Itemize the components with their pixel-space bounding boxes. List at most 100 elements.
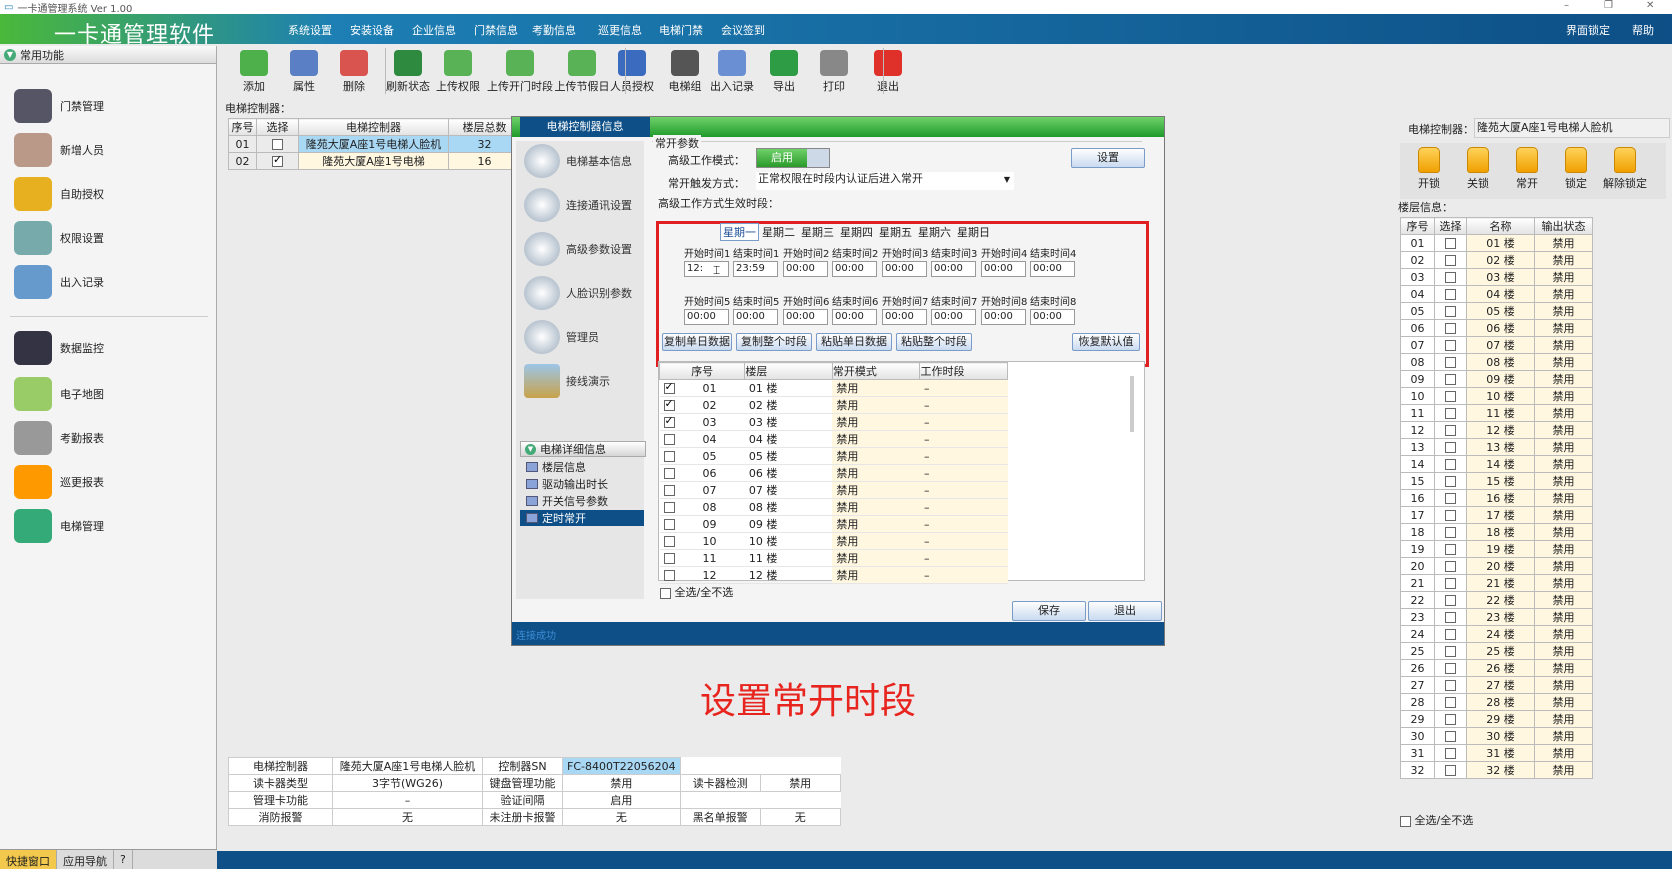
checkbox[interactable] <box>1445 238 1456 249</box>
checkbox[interactable] <box>663 380 675 394</box>
row-select[interactable] <box>1434 761 1467 779</box>
start-time-input[interactable]: 00:00 <box>981 309 1026 325</box>
row-select[interactable] <box>1434 744 1467 762</box>
nav-item-patrol[interactable]: 巡更报表 <box>14 462 104 502</box>
always-open-button[interactable]: 常开 <box>1504 147 1550 191</box>
row-select[interactable] <box>1434 370 1467 388</box>
row-select[interactable] <box>1434 336 1467 354</box>
lock-button[interactable]: 关锁 <box>1455 147 1501 191</box>
start-time-input[interactable]: 00:00 <box>783 309 828 325</box>
end-time-input[interactable]: 23:59 <box>733 261 778 277</box>
checkbox[interactable] <box>663 519 675 530</box>
add-button[interactable]: 添加 <box>228 46 280 96</box>
end-time-input[interactable]: 00:00 <box>931 309 976 325</box>
start-time-input[interactable]: 00:00 <box>882 261 927 277</box>
checkbox[interactable] <box>1445 374 1456 385</box>
help-icon[interactable]: ? <box>114 850 133 869</box>
table-row[interactable]: 12 12 楼禁用 <box>1400 421 1593 439</box>
checkbox[interactable] <box>1445 680 1456 691</box>
nav-item-elevator[interactable]: 电梯管理 <box>14 506 104 546</box>
side-item-advanced-params[interactable]: 高级参数设置 <box>524 231 632 267</box>
table-row[interactable]: 01 隆苑大厦A座1号电梯人脸机 32 <box>228 135 521 153</box>
paste-day-button[interactable]: 粘贴单日数据 <box>816 333 892 351</box>
table-row[interactable]: 10 10 楼禁用 <box>1400 387 1593 405</box>
checkbox[interactable] <box>1445 510 1456 521</box>
checkbox[interactable] <box>1445 442 1456 453</box>
table-row[interactable]: 24 24 楼禁用 <box>1400 625 1593 643</box>
weekday-tab[interactable]: 星期一 <box>720 223 759 241</box>
export-button[interactable]: 导出 <box>758 46 810 96</box>
table-row[interactable]: 05 05 楼禁用 – <box>659 447 1008 465</box>
table-row[interactable]: 18 18 楼禁用 <box>1400 523 1593 541</box>
checkbox[interactable] <box>1445 425 1456 436</box>
menu-item[interactable]: 巡更信息 <box>598 22 642 38</box>
checkbox[interactable] <box>272 153 283 167</box>
row-select[interactable] <box>1434 268 1467 286</box>
copy-day-button[interactable]: 复制单日数据 <box>662 333 732 351</box>
row-select[interactable] <box>1434 251 1467 269</box>
exit-button[interactable]: 退出 <box>862 46 914 96</box>
row-select[interactable] <box>1434 557 1467 575</box>
table-row[interactable]: 04 04 楼禁用 – <box>659 430 1008 448</box>
table-row[interactable]: 09 09 楼禁用 – <box>659 515 1008 533</box>
checkbox[interactable] <box>1445 714 1456 725</box>
column-header[interactable]: 选择 <box>256 118 299 136</box>
trigger-select[interactable]: 正常权限在时段内认证后进入常开 ▼ <box>756 172 1014 190</box>
elevator-detail-header[interactable]: ▼ 电梯详细信息 <box>520 441 646 457</box>
table-row[interactable]: 14 14 楼禁用 <box>1400 455 1593 473</box>
row-select[interactable]: 06 <box>659 464 745 482</box>
table-row[interactable]: 04 04 楼禁用 <box>1400 285 1593 303</box>
table-row[interactable]: 03 03 楼禁用 <box>1400 268 1593 286</box>
row-select[interactable] <box>1434 693 1467 711</box>
right-select-all[interactable]: 全选/全不选 <box>1400 812 1473 828</box>
row-select[interactable] <box>1434 710 1467 728</box>
menu-item[interactable]: 系统设置 <box>288 22 332 38</box>
side-item-admin[interactable]: 管理员 <box>524 319 599 355</box>
row-select[interactable]: 08 <box>659 498 745 516</box>
checkbox[interactable] <box>1445 340 1456 351</box>
checkbox[interactable] <box>1445 561 1456 572</box>
table-row[interactable]: 21 21 楼禁用 <box>1400 574 1593 592</box>
checkbox[interactable] <box>1445 527 1456 538</box>
checkbox[interactable] <box>663 502 675 513</box>
table-row[interactable]: 08 08 楼禁用 <box>1400 353 1593 371</box>
row-select[interactable] <box>1434 421 1467 439</box>
list-scrollbar[interactable] <box>1130 376 1134 432</box>
row-select[interactable] <box>1434 285 1467 303</box>
table-row[interactable]: 28 28 楼禁用 <box>1400 693 1593 711</box>
table-row[interactable]: 30 30 楼禁用 <box>1400 727 1593 745</box>
checkbox[interactable] <box>1445 255 1456 266</box>
table-row[interactable]: 17 17 楼禁用 <box>1400 506 1593 524</box>
table-row[interactable]: 01 01 楼禁用– <box>659 379 1008 397</box>
checkbox[interactable] <box>1445 612 1456 623</box>
row-select[interactable] <box>1434 659 1467 677</box>
checkbox[interactable] <box>1445 697 1456 708</box>
start-time-input[interactable]: 12: <box>684 261 729 277</box>
column-header[interactable]: 楼层 <box>744 362 833 380</box>
column-header[interactable]: 楼层总数 <box>448 118 521 136</box>
table-row[interactable]: 16 16 楼禁用 <box>1400 489 1593 507</box>
checkbox[interactable] <box>1445 289 1456 300</box>
checkbox[interactable] <box>663 434 675 445</box>
row-select[interactable]: 01 <box>659 379 745 397</box>
sub-item[interactable]: 定时常开 <box>520 510 644 526</box>
checkbox[interactable] <box>1445 306 1456 317</box>
row-select[interactable] <box>1434 591 1467 609</box>
sub-item[interactable]: 驱动输出时长 <box>526 476 642 492</box>
properties-button[interactable]: 属性 <box>278 46 330 96</box>
bottom-tab[interactable]: 快捷窗口 <box>0 850 57 869</box>
table-row[interactable]: 23 23 楼禁用 <box>1400 608 1593 626</box>
checkbox[interactable] <box>663 468 675 479</box>
menu-item[interactable]: 企业信息 <box>412 22 456 38</box>
table-row[interactable]: 22 22 楼禁用 <box>1400 591 1593 609</box>
end-time-input[interactable]: 00:00 <box>733 309 778 325</box>
checkbox[interactable] <box>1445 544 1456 555</box>
checkbox[interactable] <box>1445 323 1456 334</box>
checkbox[interactable] <box>663 536 675 547</box>
lock-ui-menu[interactable]: 界面锁定 <box>1566 22 1610 38</box>
checkbox[interactable] <box>1445 748 1456 759</box>
row-select[interactable] <box>1434 608 1467 626</box>
table-row[interactable]: 02 02 楼禁用 <box>1400 251 1593 269</box>
end-time-input[interactable]: 00:00 <box>832 261 877 277</box>
row-select[interactable] <box>1434 676 1467 694</box>
